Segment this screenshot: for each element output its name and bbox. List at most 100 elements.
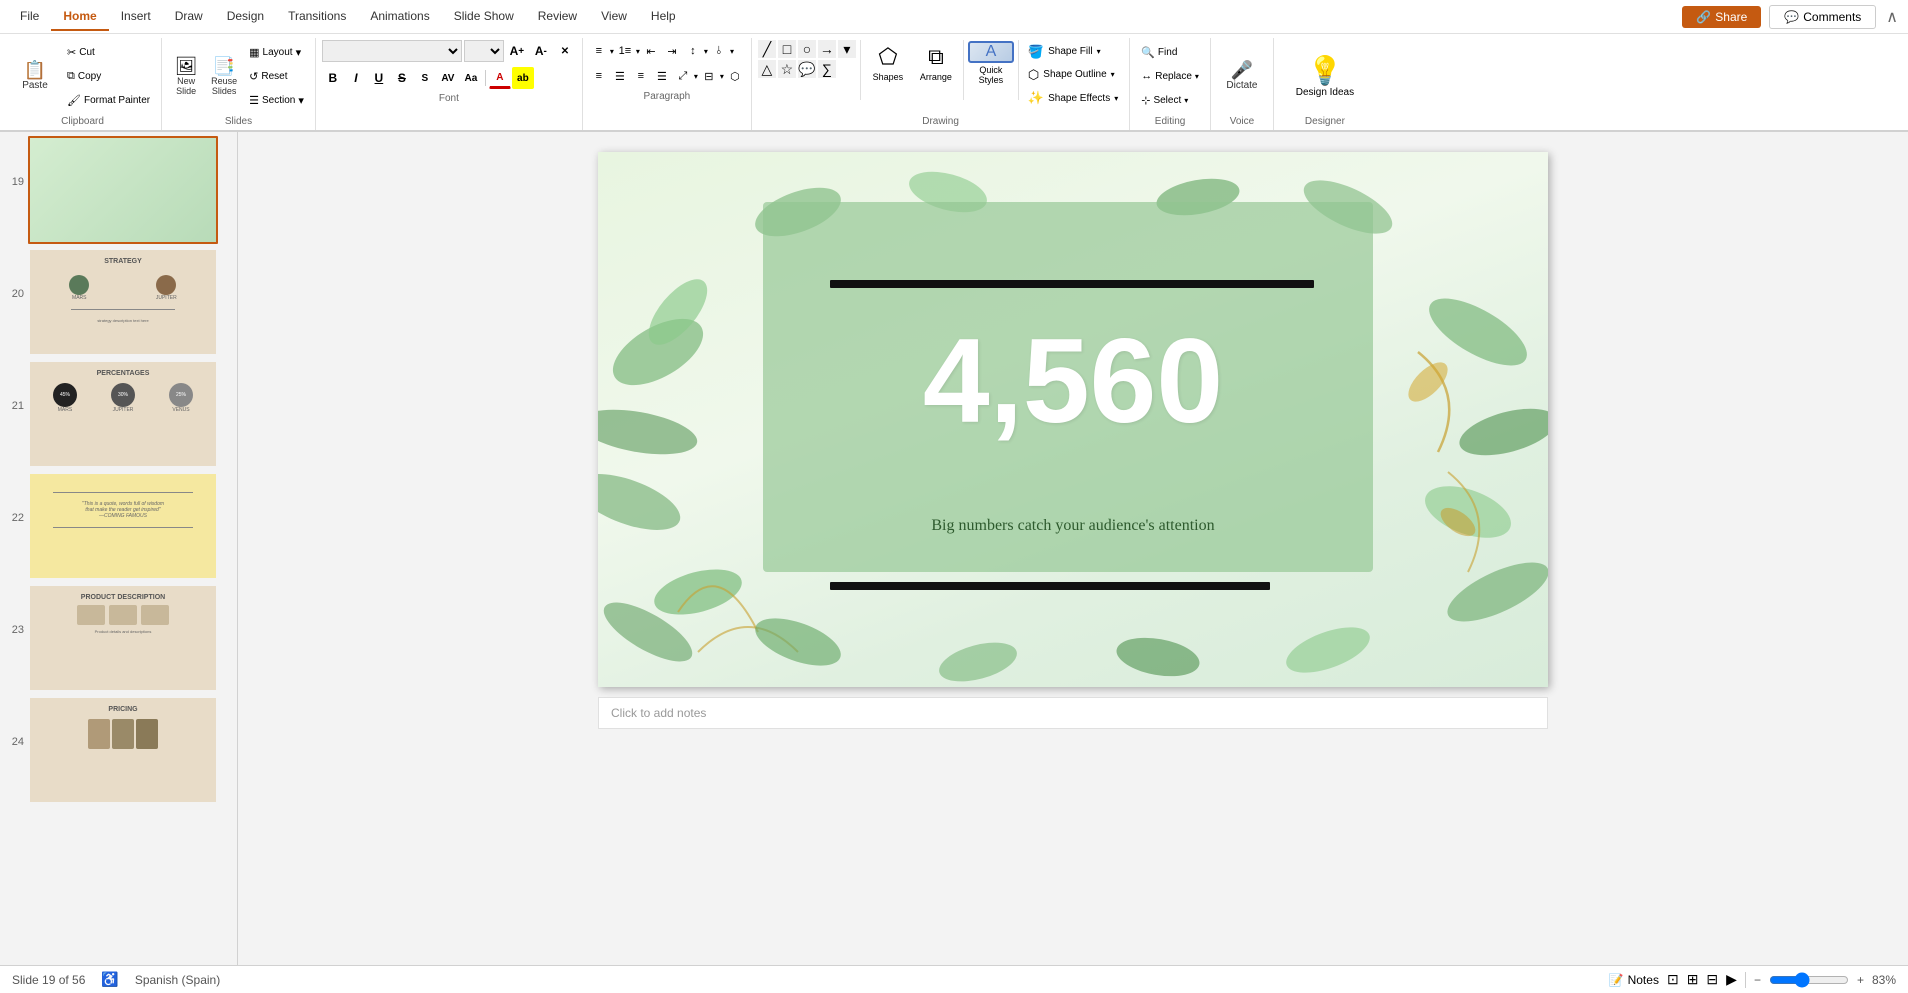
share-button[interactable]: 🔗 Share (1682, 6, 1761, 28)
copy-button[interactable]: ⧉ Copy (62, 65, 155, 87)
voice-label: Voice (1217, 114, 1267, 130)
shape-ellipse[interactable]: ○ (798, 40, 816, 58)
main-slide[interactable]: 4,560 Big numbers catch your audience's … (598, 152, 1548, 687)
notes-button[interactable]: 📝 Notes (1609, 973, 1659, 987)
change-case-button[interactable]: Aa (460, 67, 482, 89)
reading-view-button[interactable]: ⊟ (1706, 971, 1718, 988)
section-chevron: ▾ (298, 94, 304, 107)
justify-button[interactable]: ☰ (652, 66, 672, 86)
shape-rect[interactable]: □ (778, 40, 796, 58)
shape-triangle[interactable]: △ (758, 60, 776, 78)
slides-group: 🖼 NewSlide 📑 ReuseSlides ▦ Layout ▾ ↺ R (162, 38, 316, 130)
language-indicator[interactable]: Spanish (Spain) (135, 973, 220, 987)
columns-button[interactable]: ⫰ (709, 41, 729, 61)
slide-thumb-22[interactable]: "This is a quote, words full of wisdomth… (28, 472, 218, 580)
layout-button[interactable]: ▦ Layout ▾ (244, 41, 309, 63)
slide-thumb-19[interactable]: 4,560 Big numbers catch your audience's … (28, 136, 218, 244)
shape-line[interactable]: ╱ (758, 40, 776, 58)
cut-button[interactable]: ✂ Cut (62, 41, 155, 63)
tab-draw[interactable]: Draw (163, 3, 215, 31)
slideshow-view-button[interactable]: ▶ (1726, 971, 1737, 988)
tab-file[interactable]: File (8, 3, 51, 31)
dictate-button[interactable]: 🎤 Dictate (1217, 58, 1267, 94)
shape-outline-chevron: ▾ (1111, 70, 1115, 79)
comments-button[interactable]: 💬 Comments (1769, 5, 1876, 29)
slide-big-number[interactable]: 4,560 (923, 312, 1223, 450)
editing-group: 🔍 Find ↔ Replace ▾ ⊹ Select ▾ Editing (1130, 38, 1211, 130)
shape-callout[interactable]: 💬 (798, 60, 816, 78)
slide-thumb-24[interactable]: PRICING (28, 696, 218, 804)
convert-to-smartart-button[interactable]: ⬡ (725, 66, 745, 86)
tab-slideshow[interactable]: Slide Show (442, 3, 526, 31)
section-button[interactable]: ☰ Section ▾ (244, 89, 309, 111)
font-color-button[interactable]: A (489, 67, 511, 89)
bold-button[interactable]: B (322, 67, 344, 89)
tab-view[interactable]: View (589, 3, 639, 31)
arrange-button[interactable]: ⧉ Arrange (913, 40, 959, 86)
align-center-button[interactable]: ☰ (610, 66, 630, 86)
shape-more[interactable]: ▾ (838, 40, 856, 58)
zoom-slider[interactable] (1769, 972, 1849, 988)
editing-label: Editing (1136, 114, 1204, 130)
slide-thumb-20[interactable]: STRATEGY MARS JUPITER strategy descripti… (28, 248, 218, 356)
shadow-button[interactable]: S (414, 67, 436, 89)
highlight-color-button[interactable]: ab (512, 67, 534, 89)
replace-button[interactable]: ↔ Replace ▾ (1136, 65, 1204, 87)
numbering-button[interactable]: 1≡ (615, 41, 635, 61)
clear-formatting-button[interactable]: ✕ (554, 40, 576, 62)
slide-thumb-container-21: 21 PERCENTAGES 45% MARS 30% JUPITER (4, 360, 233, 468)
tab-animations[interactable]: Animations (358, 3, 441, 31)
shape-effects-button[interactable]: ✨ Shape Effects ▾ (1023, 87, 1123, 109)
find-button[interactable]: 🔍 Find (1136, 41, 1204, 63)
font-size-select[interactable] (464, 40, 504, 62)
decrease-indent-button[interactable]: ⇤ (641, 41, 661, 61)
design-ideas-button[interactable]: 💡 Design Ideas (1280, 40, 1370, 112)
notes-area[interactable]: Click to add notes (598, 697, 1548, 729)
slide-number-21: 21 (4, 360, 24, 412)
bullets-button[interactable]: ≡ (589, 41, 609, 61)
line-spacing-button[interactable]: ↕ (683, 41, 703, 61)
ribbon-collapse-button[interactable]: ∧ (1884, 5, 1900, 29)
slide-thumb-container-22: 22 "This is a quote, words full of wisdo… (4, 472, 233, 580)
align-text-button[interactable]: ⊟ (699, 66, 719, 86)
paste-button[interactable]: 📋 Paste (10, 58, 60, 94)
slide-thumb-21[interactable]: PERCENTAGES 45% MARS 30% JUPITER 25% VEN (28, 360, 218, 468)
shape-equation[interactable]: ∑ (818, 60, 836, 78)
tab-design[interactable]: Design (215, 3, 276, 31)
align-right-button[interactable]: ≡ (631, 66, 651, 86)
italic-button[interactable]: I (345, 67, 367, 89)
character-spacing-button[interactable]: AV (437, 67, 459, 89)
decrease-font-size-button[interactable]: A- (530, 40, 552, 62)
increase-indent-button[interactable]: ⇥ (662, 41, 682, 61)
tab-transitions[interactable]: Transitions (276, 3, 358, 31)
slide-subtitle[interactable]: Big numbers catch your audience's attent… (931, 517, 1214, 535)
strikethrough-button[interactable]: S (391, 67, 413, 89)
shape-fill-button[interactable]: 🪣 Shape Fill ▾ (1023, 41, 1123, 63)
font-family-select[interactable] (322, 40, 462, 62)
increase-font-size-button[interactable]: A+ (506, 40, 528, 62)
slide-sorter-button[interactable]: ⊞ (1687, 971, 1699, 988)
select-icon: ⊹ (1141, 94, 1150, 107)
quick-styles-button[interactable]: A Quick Styles (968, 40, 1014, 86)
format-painter-icon: 🖌 (67, 94, 81, 107)
tab-help[interactable]: Help (639, 3, 688, 31)
reuse-slides-button[interactable]: 📑 ReuseSlides (206, 54, 242, 99)
tab-insert[interactable]: Insert (109, 3, 163, 31)
normal-view-button[interactable]: ⊡ (1667, 971, 1679, 988)
tab-review[interactable]: Review (526, 3, 589, 31)
text-direction-button[interactable]: ⤢ (673, 66, 693, 86)
align-left-button[interactable]: ≡ (589, 66, 609, 86)
format-painter-button[interactable]: 🖌 Format Painter (62, 89, 155, 111)
new-slide-button[interactable]: 🖼 NewSlide (168, 54, 204, 99)
shape-outline-button[interactable]: ⬡ Shape Outline ▾ (1023, 64, 1123, 86)
select-button[interactable]: ⊹ Select ▾ (1136, 89, 1204, 111)
tab-home[interactable]: Home (51, 3, 108, 31)
share-icon: 🔗 (1696, 10, 1711, 24)
shapes-button[interactable]: ⬠ Shapes (865, 40, 911, 86)
shape-star[interactable]: ☆ (778, 60, 796, 78)
underline-button[interactable]: U (368, 67, 390, 89)
designer-label: Designer (1280, 114, 1370, 130)
shape-arrow[interactable]: → (818, 40, 836, 58)
reset-button[interactable]: ↺ Reset (244, 65, 309, 87)
slide-thumb-23[interactable]: PRODUCT DESCRIPTION Product details and … (28, 584, 218, 692)
